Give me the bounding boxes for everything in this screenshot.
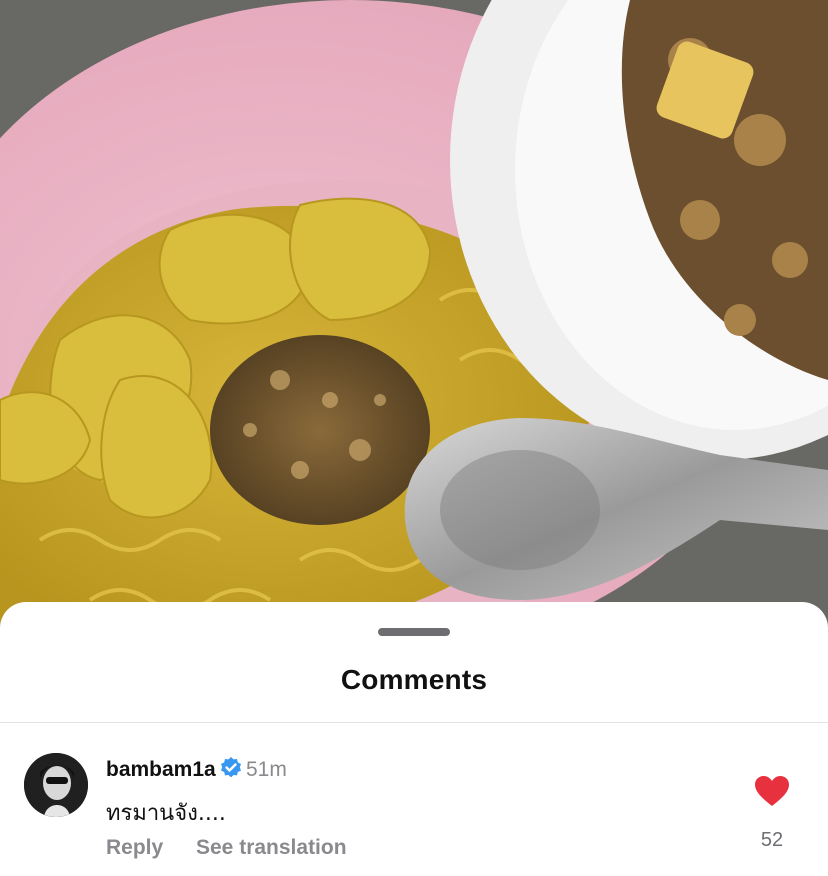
post-photo: [0, 0, 828, 640]
verified-badge-icon: [221, 757, 241, 778]
sheet-grabber-handle[interactable]: [378, 628, 450, 636]
reply-button[interactable]: Reply: [106, 836, 163, 860]
comment-timestamp: 51m: [246, 758, 287, 781]
comment-item: bambam1a 51m ทรมานจัง.... Reply See tran…: [0, 723, 828, 876]
heart-icon[interactable]: [754, 775, 790, 807]
comment-text: ทรมานจัง....: [106, 801, 226, 826]
see-translation-button[interactable]: See translation: [196, 836, 347, 860]
avatar[interactable]: [24, 753, 88, 817]
comments-sheet: Comments bambam1a 51m ทรมานจัง.... Reply…: [0, 602, 828, 876]
like-count: 52: [760, 829, 784, 851]
comment-username[interactable]: bambam1a: [106, 758, 216, 782]
sheet-title: Comments: [340, 664, 488, 695]
